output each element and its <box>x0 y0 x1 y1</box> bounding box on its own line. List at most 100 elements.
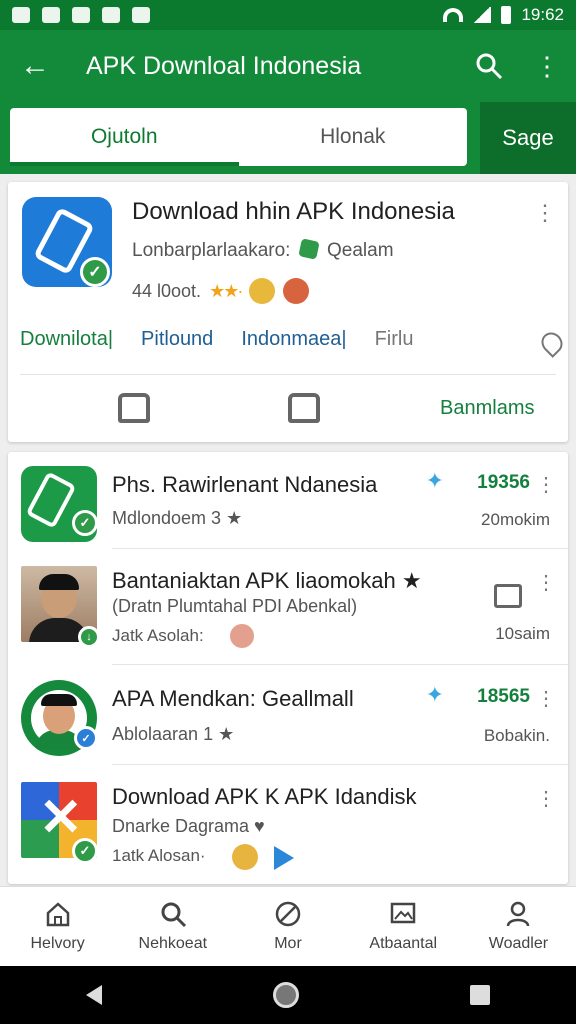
phone-icon <box>25 471 77 529</box>
list-item-title: APA Mendkan: Geallmall <box>112 686 354 711</box>
list-item-subtitle-2: 1atk Alosan· <box>112 846 206 865</box>
divider <box>112 548 568 549</box>
list-item-metric-sub: Bobakin. <box>483 726 550 745</box>
list-item[interactable]: ↓ Bantaniaktan APK liaomokah ★ (Dratn Pl… <box>8 552 568 664</box>
list-item-more-button[interactable]: ⋮ <box>536 686 556 711</box>
system-recents-icon[interactable] <box>470 985 491 1005</box>
list-item[interactable]: ✕ ✓ Download APK K APK Idandisk Dnarke D… <box>8 768 568 880</box>
divider <box>20 374 556 375</box>
emoji-icon <box>249 278 276 304</box>
list-item-subtitle-2: Jatk Asolah: <box>112 626 204 645</box>
signal-icon <box>473 7 492 23</box>
nav-item-search[interactable]: Nehkoeat <box>115 887 230 966</box>
sparkle-icon: ✦ <box>425 682 444 707</box>
nav-label: Woadler <box>488 935 549 952</box>
tab-ojutoln[interactable]: Ojutoln <box>10 108 239 166</box>
star-rating-icon: ★★· <box>209 280 243 301</box>
system-home-icon[interactable] <box>272 982 299 1008</box>
verified-check-icon: ✓ <box>72 510 98 536</box>
play-icon <box>274 846 294 870</box>
home-icon <box>46 902 69 927</box>
featured-developer: Lonbarplarlaakaro: Qealam <box>132 238 394 262</box>
featured-more-button[interactable]: ⋮ <box>534 200 556 226</box>
link-download[interactable]: Downilota| <box>20 328 113 351</box>
message-icon[interactable] <box>494 584 522 608</box>
featured-meta: 44 l0oot. ★★· <box>132 278 310 304</box>
list-item-title: Bantaniaktan APK liaomokah ★ <box>112 568 422 593</box>
x-logo-icon: ✕ <box>39 789 83 847</box>
system-navigation-bar <box>0 966 576 1024</box>
list-item-metric-sub: 10saim <box>495 624 550 643</box>
featured-action-link[interactable]: Banmlams <box>440 397 534 420</box>
app-title: APK Downloal Indonesia <box>86 51 362 80</box>
nav-item-atbaantal[interactable]: Atbaantal <box>346 887 461 966</box>
notification-icons <box>12 7 150 23</box>
link-firlu[interactable]: Firlu <box>375 328 414 351</box>
list-item-metric-sub: 20mokim <box>481 510 550 529</box>
tab-side-button[interactable]: Sage <box>480 102 576 174</box>
system-back-icon[interactable] <box>85 985 102 1005</box>
link-indonmaea[interactable]: Indonmaea| <box>241 328 346 351</box>
thumbs-up-icon[interactable] <box>118 393 150 423</box>
developer-badge-icon <box>298 238 320 260</box>
emoji-icon <box>283 278 310 304</box>
list-item-subtitle: Mdlondoem 3 ★ <box>112 508 243 528</box>
featured-actions: Banmlams <box>8 382 568 434</box>
emoji-icon <box>230 624 254 648</box>
picture-icon <box>390 902 416 924</box>
notification-icon <box>132 7 150 23</box>
featured-title: Download hhin APK Indonesia <box>132 198 455 225</box>
featured-count: 44 l0oot. <box>132 280 202 301</box>
nav-item-woadler[interactable]: Woadler <box>461 887 576 966</box>
list-item-title: Download APK K APK Idandisk <box>112 784 417 809</box>
back-arrow-icon: ← <box>20 49 50 82</box>
bottom-navigation: Helvory Nehkoeat Mor Atbaantal Woadler <box>0 886 576 966</box>
list-item-metric: 18565 <box>477 686 530 707</box>
list-item-title: Phs. Rawirlenant Ndanesia <box>112 472 378 497</box>
app-icon: ✓ <box>22 197 112 287</box>
list-item-more-button[interactable]: ⋮ <box>536 472 556 497</box>
featured-links: Downilota| Pitlound Indonmaea| Firlu <box>20 328 556 351</box>
search-icon <box>476 53 503 80</box>
divider <box>112 664 568 665</box>
more-vert-icon: ⋮ <box>534 50 560 81</box>
nav-item-home[interactable]: Helvory <box>0 887 115 966</box>
status-time: 19:62 <box>521 5 564 24</box>
list-item-subtitle: Ablolaaran 1 ★ <box>112 724 235 744</box>
wifi-icon <box>443 8 464 22</box>
nav-label: Helvory <box>30 935 85 952</box>
nav-item-mor[interactable]: Mor <box>230 887 345 966</box>
app-bar: ← APK Downloal Indonesia ⋮ <box>0 30 576 102</box>
share-icon[interactable] <box>288 393 320 423</box>
list-item-more-button[interactable]: ⋮ <box>536 570 556 595</box>
nav-label: Mor <box>274 935 302 952</box>
more-options-button[interactable]: ⋮ <box>518 30 576 102</box>
developer-extra: Qealam <box>327 240 394 261</box>
notification-icon <box>102 7 120 23</box>
divider <box>112 764 568 765</box>
tab-strip: Ojutoln Hlonak Sage <box>0 102 576 174</box>
blocked-icon <box>275 901 301 927</box>
list-item-subtitle: Dnarke Dagrama ♥ <box>112 816 265 836</box>
back-button[interactable]: ← <box>0 30 70 102</box>
verified-check-icon: ✓ <box>72 838 98 864</box>
cap-icon <box>41 694 77 706</box>
list-item-metric: 19356 <box>477 472 530 493</box>
tab-container: Ojutoln Hlonak <box>10 108 467 166</box>
system-indicators: 19:62 <box>443 5 564 25</box>
tab-hlonak[interactable]: Hlonak <box>239 108 468 166</box>
search-button[interactable] <box>460 30 518 102</box>
notification-icon <box>12 7 30 23</box>
emoji-icon <box>232 844 258 870</box>
list-item-more-button[interactable]: ⋮ <box>536 786 556 811</box>
notification-icon <box>42 7 60 23</box>
nav-label: Atbaantal <box>369 935 438 952</box>
notification-icon <box>72 7 90 23</box>
featured-app-card[interactable]: ✓ Download hhin APK Indonesia Lonbarplar… <box>8 182 568 442</box>
verified-check-icon: ✓ <box>80 257 110 287</box>
list-item-subtitle: (Dratn Plumtahal PDI Abenkal) <box>112 596 358 616</box>
link-pitlound[interactable]: Pitlound <box>141 328 213 351</box>
developer-name: Lonbarplarlaakaro: <box>132 240 291 261</box>
search-icon <box>161 902 186 928</box>
battery-icon <box>501 6 512 24</box>
